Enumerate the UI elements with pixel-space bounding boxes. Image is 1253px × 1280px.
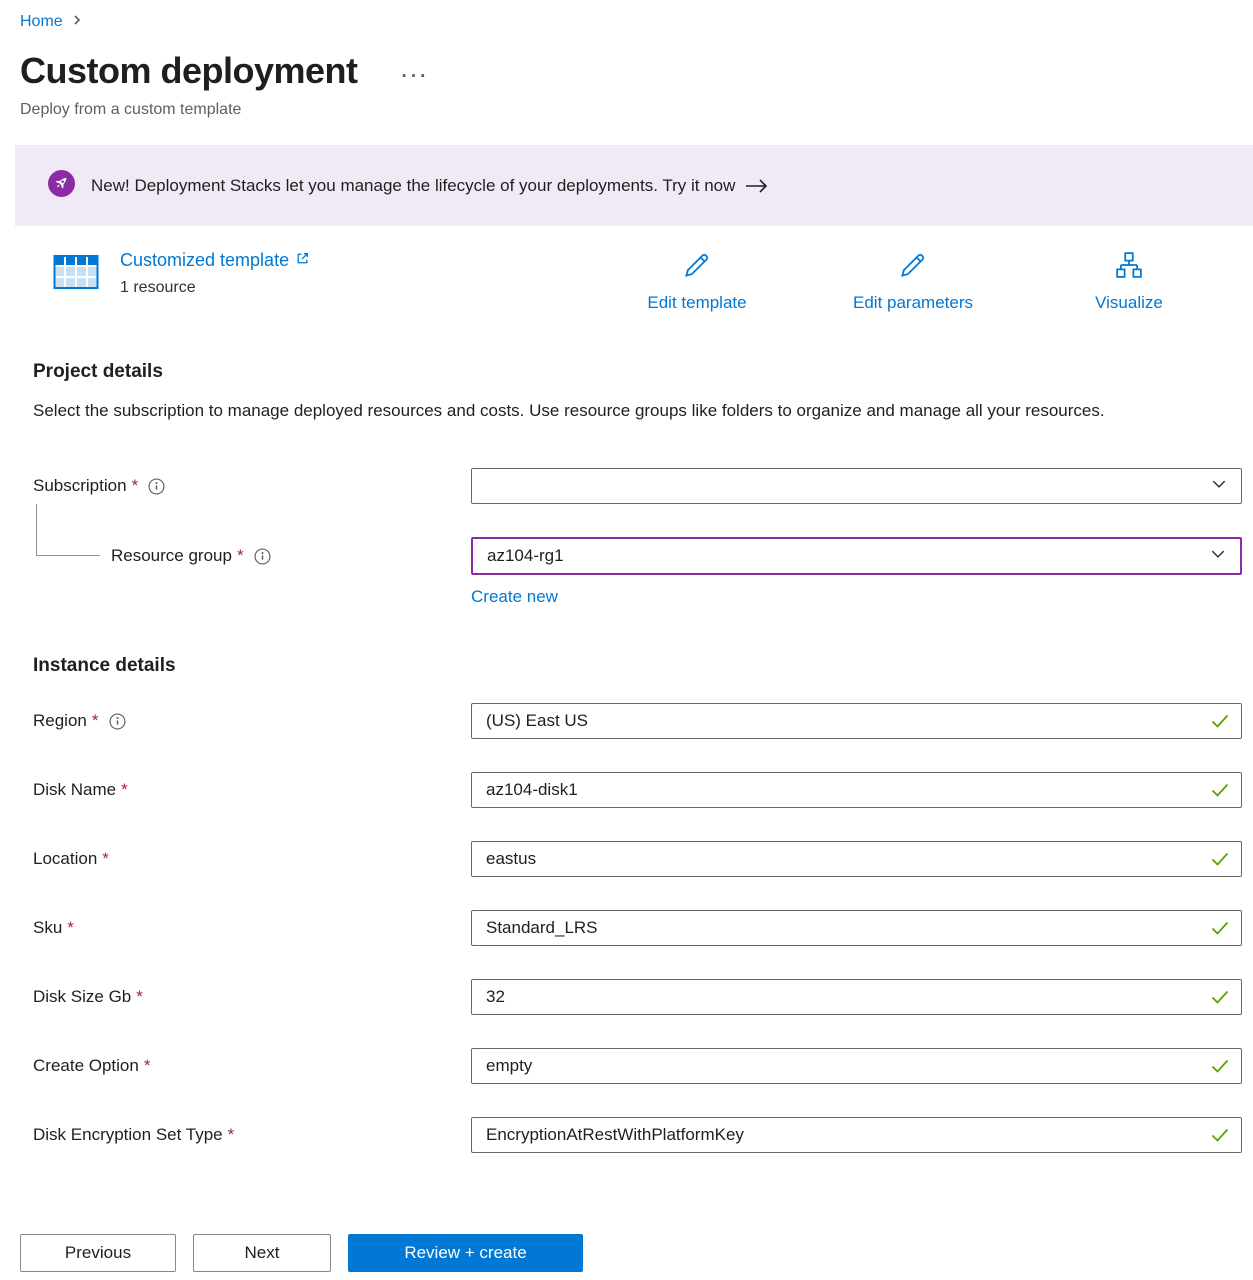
region-row: Region *	[33, 703, 1242, 739]
disk-name-row: Disk Name *	[33, 772, 1242, 808]
required-asterisk: *	[136, 987, 143, 1007]
pencil-icon	[898, 250, 928, 285]
required-asterisk: *	[67, 918, 74, 938]
deployment-stacks-banner[interactable]: New! Deployment Stacks let you manage th…	[15, 145, 1253, 226]
next-button[interactable]: Next	[193, 1234, 331, 1272]
location-input[interactable]	[471, 841, 1242, 877]
visualize-button[interactable]: Visualize	[1049, 250, 1209, 313]
footer-bar: Previous Next Review + create	[0, 1213, 1253, 1280]
pencil-icon	[682, 250, 712, 285]
region-input[interactable]	[471, 703, 1242, 739]
required-asterisk: *	[228, 1125, 235, 1145]
edit-parameters-label: Edit parameters	[853, 293, 973, 313]
breadcrumb: Home	[20, 10, 1253, 34]
valid-check-icon	[1211, 714, 1229, 728]
valid-check-icon	[1211, 990, 1229, 1004]
template-resource-count: 1 resource	[120, 279, 310, 297]
required-asterisk: *	[121, 780, 128, 800]
sitemap-icon	[1113, 250, 1145, 285]
resource-group-dropdown[interactable]: az104-rg1	[471, 537, 1242, 575]
info-icon[interactable]	[109, 713, 126, 730]
disk-size-row: Disk Size Gb *	[33, 979, 1242, 1015]
template-link-label: Customized template	[120, 250, 289, 271]
instance-details-heading: Instance details	[33, 655, 1242, 677]
sku-label: Sku	[33, 918, 62, 938]
external-link-icon	[295, 250, 310, 271]
project-details-heading: Project details	[33, 361, 1242, 383]
sku-row: Sku *	[33, 910, 1242, 946]
resource-group-row: Resource group * az104-rg1	[33, 537, 1242, 575]
project-details-description: Select the subscription to manage deploy…	[33, 397, 1178, 424]
required-asterisk: *	[144, 1056, 151, 1076]
disk-name-label: Disk Name	[33, 780, 116, 800]
edit-parameters-button[interactable]: Edit parameters	[833, 250, 993, 313]
valid-check-icon	[1211, 1128, 1229, 1142]
info-icon[interactable]	[148, 478, 165, 495]
disk-name-input[interactable]	[471, 772, 1242, 808]
disk-size-input[interactable]	[471, 979, 1242, 1015]
page-subtitle: Deploy from a custom template	[20, 101, 1253, 119]
resource-group-value: az104-rg1	[487, 546, 564, 566]
resource-group-label: Resource group	[111, 546, 232, 566]
disk-encryption-row: Disk Encryption Set Type *	[33, 1117, 1242, 1153]
valid-check-icon	[1211, 852, 1229, 866]
chevron-down-icon	[1211, 476, 1227, 497]
location-label: Location	[33, 849, 97, 869]
custom-deployment-page: Home Custom deployment ··· Deploy from a…	[0, 0, 1253, 1280]
page-title: Custom deployment	[20, 50, 358, 92]
previous-button[interactable]: Previous	[20, 1234, 176, 1272]
location-row: Location *	[33, 841, 1242, 877]
create-option-input[interactable]	[471, 1048, 1242, 1084]
chevron-down-icon	[1210, 546, 1226, 567]
banner-message: New! Deployment Stacks let you manage th…	[91, 176, 735, 196]
valid-check-icon	[1211, 921, 1229, 935]
template-card: Customized template 1 resource Edit temp…	[53, 250, 1253, 313]
region-label: Region	[33, 711, 87, 731]
arrow-right-icon	[745, 178, 769, 194]
required-asterisk: *	[92, 711, 99, 731]
create-option-row: Create Option *	[33, 1048, 1242, 1084]
required-asterisk: *	[237, 546, 244, 566]
disk-encryption-input[interactable]	[471, 1117, 1242, 1153]
valid-check-icon	[1211, 1059, 1229, 1073]
disk-encryption-label: Disk Encryption Set Type	[33, 1125, 223, 1145]
required-asterisk: *	[102, 849, 109, 869]
customized-template-link[interactable]: Customized template	[120, 250, 310, 271]
more-options-button[interactable]: ···	[402, 66, 430, 88]
edit-template-label: Edit template	[647, 293, 746, 313]
disk-size-label: Disk Size Gb	[33, 987, 131, 1007]
subscription-label: Subscription	[33, 476, 127, 496]
breadcrumb-home-link[interactable]: Home	[20, 13, 63, 31]
template-icon	[53, 250, 99, 299]
visualize-label: Visualize	[1095, 293, 1163, 313]
review-create-button[interactable]: Review + create	[348, 1234, 583, 1272]
info-icon[interactable]	[254, 548, 271, 565]
create-new-row: Create new	[33, 587, 1242, 607]
subscription-dropdown[interactable]	[471, 468, 1242, 504]
breadcrumb-chevron-icon	[71, 12, 83, 32]
create-new-link[interactable]: Create new	[471, 587, 558, 607]
resource-group-tree-connector	[36, 504, 100, 556]
valid-check-icon	[1211, 783, 1229, 797]
subscription-row: Subscription *	[33, 468, 1242, 504]
sku-input[interactable]	[471, 910, 1242, 946]
required-asterisk: *	[132, 476, 139, 496]
create-option-label: Create Option	[33, 1056, 139, 1076]
edit-template-button[interactable]: Edit template	[617, 250, 777, 313]
rocket-icon	[48, 170, 75, 202]
